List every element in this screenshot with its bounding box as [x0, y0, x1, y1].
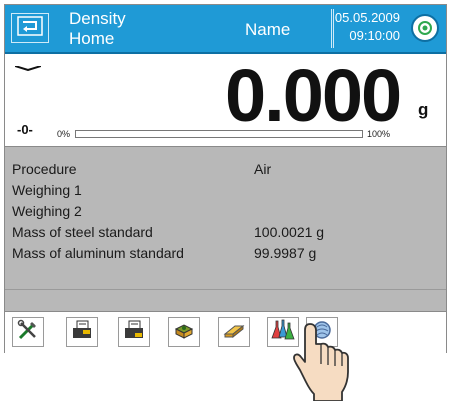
panel-divider [5, 289, 446, 290]
zero-indicator: -0- [17, 122, 33, 137]
tools-icon [17, 319, 39, 346]
stability-marker-icon [14, 58, 42, 72]
info-row-value: 100.0021 g [254, 224, 325, 240]
header-bar: Density Home Name 05.05.2009 09:10:00 [5, 5, 446, 54]
balance-screen: Density Home Name 05.05.2009 09:10:00 0.… [4, 4, 447, 353]
load-bargraph [75, 130, 363, 138]
info-row-value: 99.9987 g [254, 245, 317, 261]
print-footer-button[interactable] [118, 317, 150, 347]
return-arrow-icon [17, 15, 43, 41]
time-display: 09:10:00 [349, 28, 400, 43]
date-display: 05.05.2009 [334, 10, 400, 25]
user-name[interactable]: Name [245, 20, 290, 40]
printer-header-icon [71, 319, 93, 346]
eraser-icon [223, 319, 245, 346]
printer-footer-icon [123, 319, 145, 346]
mode-title: Density [69, 9, 126, 28]
weighing-pan-button[interactable] [168, 317, 200, 347]
print-header-button[interactable] [66, 317, 98, 347]
level-indicator-icon[interactable] [411, 14, 439, 42]
weight-value: 0.000 [225, 54, 402, 137]
mode-subtitle: Home [69, 29, 115, 48]
header-divider [331, 9, 334, 48]
info-row-label: Weighing 2 [12, 203, 82, 219]
info-row-label: Weighing 1 [12, 182, 82, 198]
info-row-label: Procedure [12, 161, 77, 177]
weighing-pan-icon [173, 319, 195, 346]
eraser-button[interactable] [218, 317, 250, 347]
info-row-value: Air [254, 161, 272, 177]
info-row-label: Mass of steel standard [12, 224, 153, 240]
home-button[interactable] [11, 13, 49, 43]
info-row-label: Mass of aluminum standard [12, 245, 184, 261]
pointing-hand-icon [292, 322, 352, 402]
info-panel: Procedure Air Weighing 1 Weighing 2 Mass… [5, 146, 446, 312]
quick-toolbar [5, 311, 446, 353]
tools-button[interactable] [12, 317, 44, 347]
weight-unit[interactable]: g [418, 100, 428, 120]
bargraph-max-label: 100% [367, 129, 391, 139]
bargraph-min-label: 0% [57, 129, 71, 139]
